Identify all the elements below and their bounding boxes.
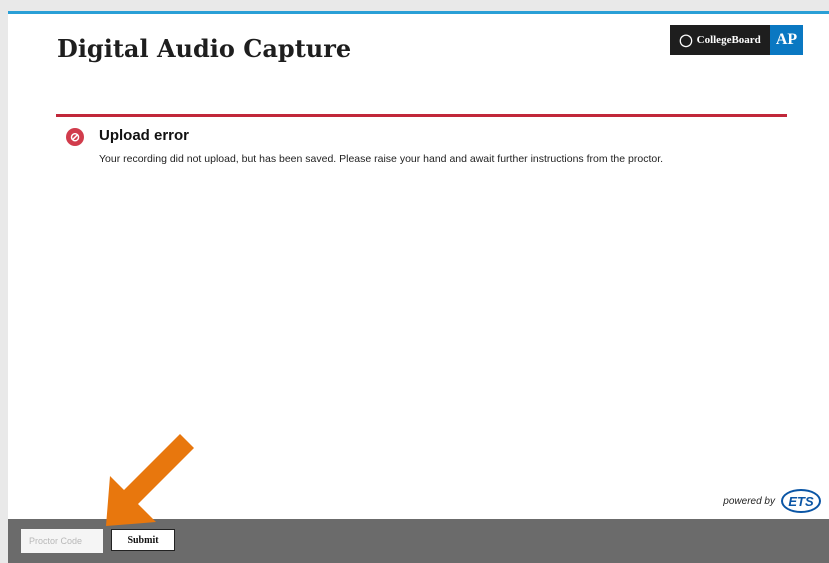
ap-logo: AP xyxy=(770,25,803,55)
error-circle-icon: ⊘ xyxy=(66,128,84,146)
top-accent-bar xyxy=(8,11,829,14)
page-title: Digital Audio Capture xyxy=(57,34,352,63)
collegeboard-label: CollegeBoard xyxy=(696,34,761,46)
alert-title: Upload error xyxy=(99,127,190,144)
arrow-shaft-and-head xyxy=(106,434,194,526)
ets-logo: ETS xyxy=(781,489,821,513)
error-divider xyxy=(56,114,787,117)
powered-by-label: powered by xyxy=(723,495,775,507)
annotation-arrow xyxy=(106,434,194,526)
alert-message: Your recording did not upload, but has b… xyxy=(99,153,664,165)
brand-logos: ◯ CollegeBoard AP xyxy=(670,25,803,55)
acorn-icon: ◯ xyxy=(679,32,693,47)
powered-by-ets: powered by ETS xyxy=(723,489,821,513)
collegeboard-logo: ◯ CollegeBoard xyxy=(670,25,770,55)
